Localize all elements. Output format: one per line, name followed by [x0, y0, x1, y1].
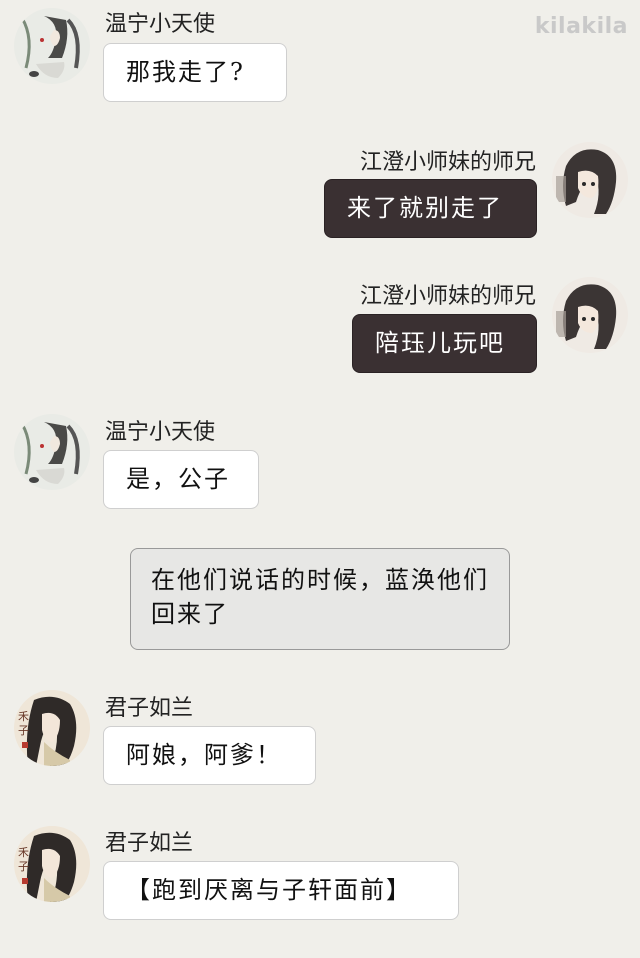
avatar[interactable] [14, 414, 90, 490]
sender-name: 君子如兰 [105, 696, 194, 721]
narration-box: 在他们说话的时候，蓝涣他们回来了 [130, 548, 510, 650]
svg-text:禾: 禾 [18, 846, 29, 859]
avatar[interactable] [552, 277, 628, 353]
svg-text:子: 子 [18, 724, 29, 737]
ink-portrait-icon [14, 8, 90, 84]
avatar[interactable] [14, 8, 90, 84]
svg-text:禾: 禾 [18, 710, 29, 723]
message-bubble[interactable]: 【跑到厌离与子轩面前】 [103, 861, 459, 920]
message-bubble[interactable]: 陪珏儿玩吧 [352, 314, 537, 373]
message-bubble[interactable]: 是，公子 [103, 450, 259, 509]
message-bubble[interactable]: 来了就别走了 [324, 179, 537, 238]
sender-name: 江澄小师妹的师兄 [359, 284, 536, 309]
svg-text:子: 子 [18, 860, 29, 873]
sender-name: 君子如兰 [105, 831, 194, 856]
ink-portrait-icon [14, 414, 90, 490]
portrait-icon: 禾 子 [14, 826, 90, 902]
portrait-icon [552, 277, 628, 353]
watermark-logo: kilakila [534, 14, 628, 39]
portrait-icon [552, 142, 628, 218]
sender-name: 江澄小师妹的师兄 [359, 150, 536, 175]
avatar[interactable] [552, 142, 628, 218]
avatar[interactable]: 禾 子 [14, 690, 90, 766]
avatar[interactable]: 禾 子 [14, 826, 90, 902]
sender-name: 温宁小天使 [105, 420, 216, 445]
message-bubble[interactable]: 那我走了? [103, 43, 287, 102]
sender-name: 温宁小天使 [105, 12, 216, 37]
message-bubble[interactable]: 阿娘，阿爹！ [103, 726, 316, 785]
portrait-icon: 禾 子 [14, 690, 90, 766]
